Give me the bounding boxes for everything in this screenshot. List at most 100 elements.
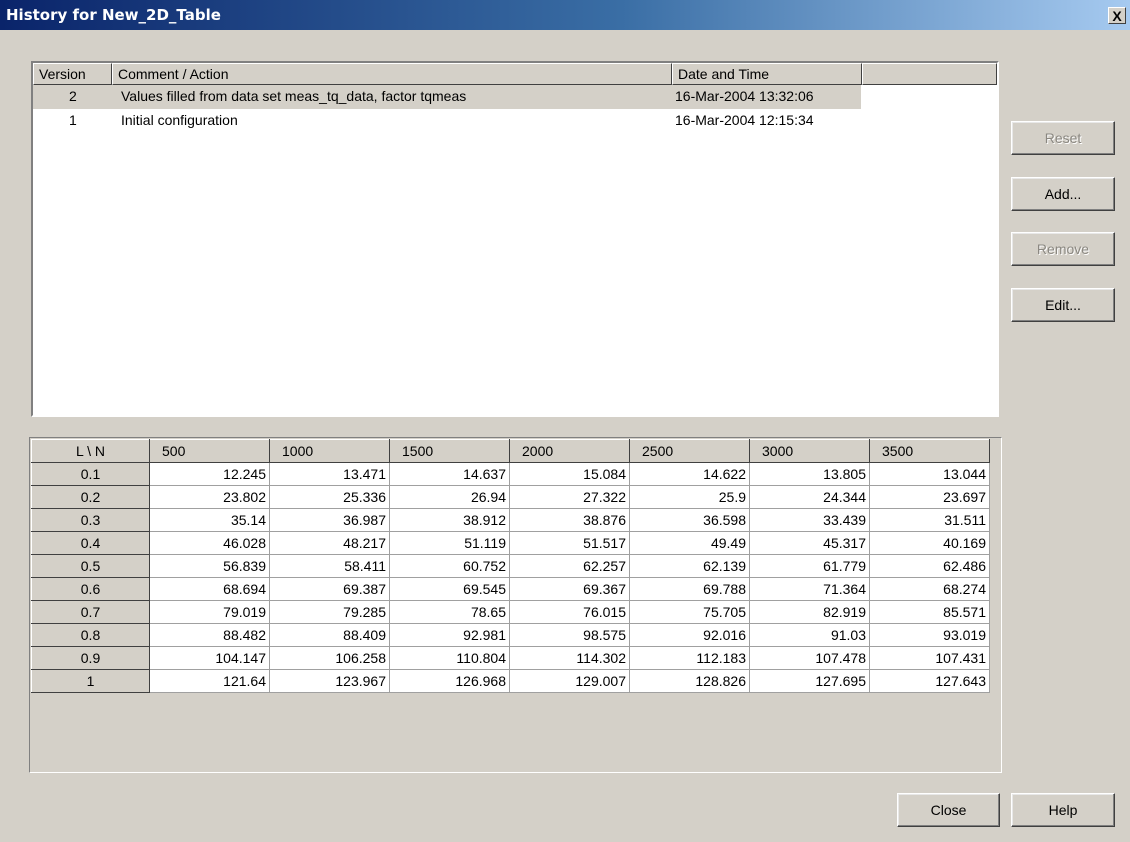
column-header[interactable]: 3500 bbox=[869, 439, 990, 463]
column-header-comment[interactable]: Comment / Action bbox=[112, 63, 672, 85]
table-cell[interactable]: 23.697 bbox=[869, 485, 990, 509]
table-cell[interactable]: 46.028 bbox=[149, 531, 270, 555]
table-cell[interactable]: 69.788 bbox=[629, 577, 750, 601]
reset-button[interactable]: Reset bbox=[1011, 121, 1115, 155]
table-cell[interactable]: 112.183 bbox=[629, 646, 750, 670]
row-header[interactable]: 0.5 bbox=[31, 554, 150, 578]
row-header[interactable]: 0.3 bbox=[31, 508, 150, 532]
table-cell[interactable]: 38.912 bbox=[389, 508, 510, 532]
row-header[interactable]: 0.8 bbox=[31, 623, 150, 647]
table-cell[interactable]: 69.545 bbox=[389, 577, 510, 601]
row-header[interactable]: 1 bbox=[31, 669, 150, 693]
table-cell[interactable]: 104.147 bbox=[149, 646, 270, 670]
column-header-version[interactable]: Version bbox=[33, 63, 112, 85]
table-cell[interactable]: 36.987 bbox=[269, 508, 390, 532]
table-cell[interactable]: 14.622 bbox=[629, 462, 750, 486]
table-cell[interactable]: 121.64 bbox=[149, 669, 270, 693]
table-cell[interactable]: 33.439 bbox=[749, 508, 870, 532]
row-header[interactable]: 0.9 bbox=[31, 646, 150, 670]
table-cell[interactable]: 35.14 bbox=[149, 508, 270, 532]
table-cell[interactable]: 69.387 bbox=[269, 577, 390, 601]
table-cell[interactable]: 71.364 bbox=[749, 577, 870, 601]
table-cell[interactable]: 40.169 bbox=[869, 531, 990, 555]
table-cell[interactable]: 129.007 bbox=[509, 669, 630, 693]
table-cell[interactable]: 110.804 bbox=[389, 646, 510, 670]
row-header[interactable]: 0.7 bbox=[31, 600, 150, 624]
table-cell[interactable]: 92.981 bbox=[389, 623, 510, 647]
table-cell[interactable]: 13.044 bbox=[869, 462, 990, 486]
row-header[interactable]: 0.6 bbox=[31, 577, 150, 601]
table-cell[interactable]: 88.409 bbox=[269, 623, 390, 647]
table-cell[interactable]: 26.94 bbox=[389, 485, 510, 509]
table-cell[interactable]: 78.65 bbox=[389, 600, 510, 624]
column-header-datetime[interactable]: Date and Time bbox=[672, 63, 862, 85]
table-cell[interactable]: 98.575 bbox=[509, 623, 630, 647]
table-cell[interactable]: 31.511 bbox=[869, 508, 990, 532]
table-cell[interactable]: 58.411 bbox=[269, 554, 390, 578]
help-button[interactable]: Help bbox=[1011, 793, 1115, 827]
column-header-extra[interactable] bbox=[862, 63, 997, 85]
table-cell[interactable]: 79.285 bbox=[269, 600, 390, 624]
table-cell[interactable]: 79.019 bbox=[149, 600, 270, 624]
table-cell[interactable]: 48.217 bbox=[269, 531, 390, 555]
table-cell[interactable]: 51.517 bbox=[509, 531, 630, 555]
column-header[interactable]: 1000 bbox=[269, 439, 390, 463]
table-cell[interactable]: 127.643 bbox=[869, 669, 990, 693]
table-cell[interactable]: 27.322 bbox=[509, 485, 630, 509]
table-cell[interactable]: 82.919 bbox=[749, 600, 870, 624]
table-cell[interactable]: 62.257 bbox=[509, 554, 630, 578]
add-button[interactable]: Add... bbox=[1011, 177, 1115, 211]
history-row[interactable]: 1 Initial configuration 16-Mar-2004 12:15:… bbox=[33, 109, 997, 133]
table-cell[interactable]: 14.637 bbox=[389, 462, 510, 486]
edit-button[interactable]: Edit... bbox=[1011, 288, 1115, 322]
table-cell[interactable]: 114.302 bbox=[509, 646, 630, 670]
table-cell[interactable]: 51.119 bbox=[389, 531, 510, 555]
close-button[interactable]: Close bbox=[897, 793, 1000, 827]
table-cell[interactable]: 45.317 bbox=[749, 531, 870, 555]
table-cell[interactable]: 127.695 bbox=[749, 669, 870, 693]
table-cell[interactable]: 38.876 bbox=[509, 508, 630, 532]
table-cell[interactable]: 107.431 bbox=[869, 646, 990, 670]
row-header[interactable]: 0.2 bbox=[31, 485, 150, 509]
table-cell[interactable]: 123.967 bbox=[269, 669, 390, 693]
table-cell[interactable]: 23.802 bbox=[149, 485, 270, 509]
table-cell[interactable]: 126.968 bbox=[389, 669, 510, 693]
close-window-icon[interactable]: X bbox=[1108, 7, 1126, 24]
table-cell[interactable]: 68.694 bbox=[149, 577, 270, 601]
table-cell[interactable]: 25.9 bbox=[629, 485, 750, 509]
table-cell[interactable]: 62.486 bbox=[869, 554, 990, 578]
history-list[interactable]: Version Comment / Action Date and Time 2… bbox=[31, 61, 999, 417]
column-header[interactable]: 2500 bbox=[629, 439, 750, 463]
table-cell[interactable]: 62.139 bbox=[629, 554, 750, 578]
table-cell[interactable]: 36.598 bbox=[629, 508, 750, 532]
table-cell[interactable]: 107.478 bbox=[749, 646, 870, 670]
table-cell[interactable]: 13.471 bbox=[269, 462, 390, 486]
table-cell[interactable]: 56.839 bbox=[149, 554, 270, 578]
table-cell[interactable]: 69.367 bbox=[509, 577, 630, 601]
column-header[interactable]: 2000 bbox=[509, 439, 630, 463]
table-cell[interactable]: 92.016 bbox=[629, 623, 750, 647]
history-row[interactable]: 2 Values filled from data set meas_tq_dat… bbox=[33, 85, 997, 109]
table-cell[interactable]: 76.015 bbox=[509, 600, 630, 624]
table-cell[interactable]: 68.274 bbox=[869, 577, 990, 601]
table-cell[interactable]: 60.752 bbox=[389, 554, 510, 578]
table-cell[interactable]: 49.49 bbox=[629, 531, 750, 555]
row-header[interactable]: 0.1 bbox=[31, 462, 150, 486]
table-cell[interactable]: 15.084 bbox=[509, 462, 630, 486]
table-cell[interactable]: 12.245 bbox=[149, 462, 270, 486]
column-header[interactable]: 3000 bbox=[749, 439, 870, 463]
table-cell[interactable]: 106.258 bbox=[269, 646, 390, 670]
table-cell[interactable]: 75.705 bbox=[629, 600, 750, 624]
table-cell[interactable]: 91.03 bbox=[749, 623, 870, 647]
table-cell[interactable]: 93.019 bbox=[869, 623, 990, 647]
table-cell[interactable]: 85.571 bbox=[869, 600, 990, 624]
table-cell[interactable]: 25.336 bbox=[269, 485, 390, 509]
table-cell[interactable]: 13.805 bbox=[749, 462, 870, 486]
table-cell[interactable]: 24.344 bbox=[749, 485, 870, 509]
table-cell[interactable]: 88.482 bbox=[149, 623, 270, 647]
row-header[interactable]: 0.4 bbox=[31, 531, 150, 555]
table-cell[interactable]: 61.779 bbox=[749, 554, 870, 578]
remove-button[interactable]: Remove bbox=[1011, 232, 1115, 266]
column-header[interactable]: 1500 bbox=[389, 439, 510, 463]
table-cell[interactable]: 128.826 bbox=[629, 669, 750, 693]
